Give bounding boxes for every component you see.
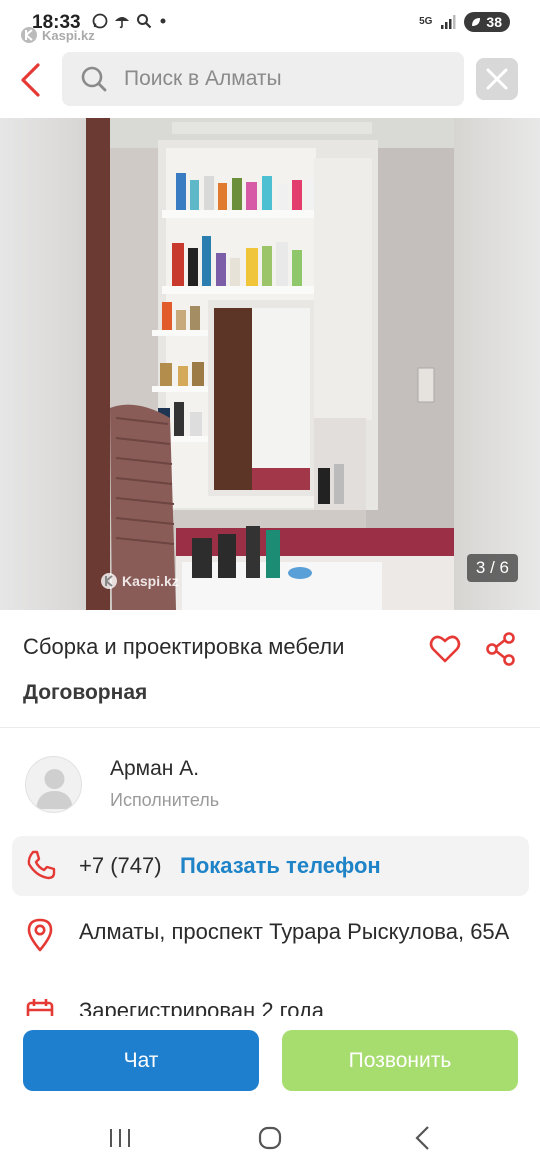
search-bar[interactable] <box>62 52 464 106</box>
photo-watermark-label: Kaspi.kz <box>122 573 179 589</box>
dot-icon <box>160 18 166 24</box>
kaspi-watermark-icon <box>101 573 117 589</box>
phone-number-prefix: +7 (747) <box>79 853 162 878</box>
back-button[interactable] <box>12 58 48 102</box>
share-button[interactable] <box>486 632 516 666</box>
photo-counter: 3 / 6 <box>466 554 518 582</box>
avatar[interactable] <box>25 756 82 813</box>
home-icon[interactable] <box>258 1126 282 1150</box>
author-name[interactable]: Арман А. <box>110 757 199 781</box>
battery-level: 38 <box>486 14 502 30</box>
close-icon <box>486 68 508 90</box>
kaspi-logo-icon <box>21 27 37 43</box>
call-button[interactable]: Позвонить <box>282 1030 518 1091</box>
kaspi-status-label: Kaspi.kz <box>42 27 95 43</box>
calendar-icon <box>26 999 54 1016</box>
action-bar: Чат Позвонить <box>0 1016 540 1108</box>
location-pin-icon <box>27 918 53 952</box>
favorite-button[interactable] <box>428 632 462 666</box>
section-divider <box>0 727 540 728</box>
back-nav-icon[interactable] <box>412 1125 432 1151</box>
kaspi-status-logo: Kaspi.kz <box>20 26 95 44</box>
share-icon <box>486 632 515 666</box>
phone-card: +7 (747) Показать телефон <box>12 836 529 896</box>
network-type: 5G <box>419 16 433 27</box>
system-navigation-bar <box>0 1108 540 1170</box>
chevron-left-icon <box>21 63 40 97</box>
status-bar: 18:33 5G 38 Kaspi.kz <box>0 0 540 46</box>
heart-icon <box>429 635 461 663</box>
show-phone-link[interactable]: Показать телефон <box>180 853 381 879</box>
search-header <box>0 46 540 116</box>
signal-icon <box>441 15 456 29</box>
clear-search-button[interactable] <box>476 58 518 100</box>
battery-saver-icon <box>472 18 481 26</box>
recent-apps-icon[interactable] <box>108 1126 132 1150</box>
author-role: Исполнитель <box>110 790 220 810</box>
umbrella-icon <box>115 17 129 29</box>
search-icon <box>80 63 112 95</box>
search-notification-icon <box>137 14 152 29</box>
photo-blur-left <box>0 118 86 610</box>
registered-row: Зарегистрирован 2 года <box>0 992 540 1016</box>
search-input[interactable] <box>124 67 444 91</box>
chat-button[interactable]: Чат <box>23 1030 259 1091</box>
photo-gallery[interactable]: 3 / 6 <box>0 118 540 610</box>
registered-text: Зарегистрирован 2 года <box>79 998 325 1016</box>
phone-icon <box>27 850 56 880</box>
photo-watermark: Kaspi.kz <box>100 572 179 590</box>
listing-price: Договорная <box>23 681 148 704</box>
listing-title: Сборка и проектировка мебели <box>23 634 345 659</box>
listing-photo <box>86 118 454 610</box>
notification-icons <box>92 13 168 29</box>
user-placeholder-icon <box>36 769 73 809</box>
photo-blur-right <box>454 118 540 610</box>
battery-indicator: 38 <box>464 12 510 32</box>
address-text: Алматы, проспект Турара Рыскулова, 65А <box>79 919 510 944</box>
